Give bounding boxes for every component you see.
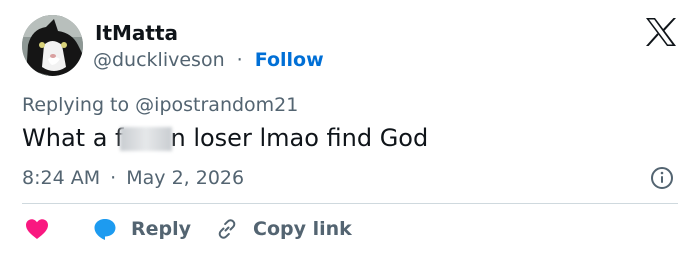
embedded-tweet-card: ItMatta @duckliveson · Follow Replying t…	[0, 0, 700, 256]
speech-bubble-icon	[94, 219, 116, 240]
copy-link-label: Copy link	[253, 218, 352, 240]
like-button[interactable]	[25, 215, 49, 243]
handle-separator: ·	[236, 49, 243, 71]
reply-label: Reply	[131, 218, 192, 240]
link-icon	[218, 219, 236, 239]
replying-prefix: Replying to	[22, 94, 130, 116]
author-name[interactable]: ItMatta	[95, 19, 178, 47]
reply-button[interactable]: Reply	[93, 215, 191, 243]
tweet-timestamp[interactable]: 8:24 AM · May 2, 2026	[22, 165, 244, 191]
copy-link-button[interactable]: Copy link	[215, 215, 352, 243]
date-separator: ·	[110, 167, 117, 189]
censored-word-blur	[120, 127, 173, 151]
replying-to-handle[interactable]: @ipostrandom21	[135, 94, 298, 116]
replying-to-line: Replying to @ipostrandom21	[22, 92, 298, 118]
avatar-cat-image	[22, 15, 83, 76]
tweet-text-after-censor: n loser lmao find God	[170, 124, 429, 152]
author-handle-line: @duckliveson · Follow	[93, 47, 324, 73]
follow-button[interactable]: Follow	[255, 49, 324, 71]
tweet-text-before-censor: What a f	[22, 124, 124, 152]
tweet-text: What a f n loser lmao find God	[22, 122, 428, 154]
x-logo-icon[interactable]	[645, 17, 677, 47]
heart-icon	[26, 219, 48, 239]
author-handle[interactable]: @duckliveson	[93, 49, 225, 71]
info-icon[interactable]	[650, 166, 674, 190]
tweet-date: May 2, 2026	[126, 167, 245, 189]
divider	[22, 203, 678, 204]
avatar[interactable]	[22, 15, 83, 76]
tweet-time: 8:24 AM	[22, 167, 101, 189]
